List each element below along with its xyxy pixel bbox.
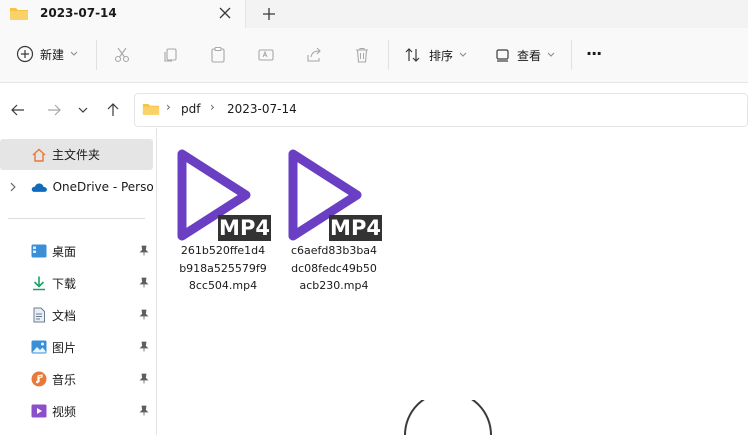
sidebar-item-label: 文档 xyxy=(52,308,77,323)
chevron-down-icon xyxy=(70,51,78,56)
sidebar-item-label: OneDrive - Perso xyxy=(52,180,153,194)
breadcrumb-current-folder[interactable]: 2023-07-14 xyxy=(227,102,297,116)
videos-icon xyxy=(31,404,47,418)
sidebar-item-label: 视频 xyxy=(52,404,77,419)
file-item[interactable]: MP4 261b520ffe1d4 b918a525579f9 8cc504.m… xyxy=(168,144,278,295)
pin-icon[interactable] xyxy=(139,245,149,256)
download-icon xyxy=(33,276,45,291)
file-name-line: 261b520ffe1d4 xyxy=(180,244,266,257)
documents-icon xyxy=(33,307,45,323)
pin-icon[interactable] xyxy=(139,405,149,416)
sidebar-item-home[interactable]: 主文件夹 xyxy=(0,139,153,170)
chevron-down-icon xyxy=(547,52,555,57)
new-button[interactable]: 新建 xyxy=(16,45,78,63)
folder-icon xyxy=(142,104,160,115)
sidebar-item-label: 图片 xyxy=(52,340,77,355)
sidebar-item-label: 主文件夹 xyxy=(52,148,101,162)
sort-button[interactable]: 排序 xyxy=(404,46,467,64)
toolbar-divider xyxy=(96,40,97,70)
pictures-icon xyxy=(31,340,47,354)
mp4-file-thumbnail: MP4 xyxy=(168,144,278,242)
view-icon xyxy=(496,49,509,62)
sidebar-item-onedrive[interactable]: OneDrive - Perso xyxy=(0,178,153,196)
view-button-label: 查看 xyxy=(517,48,542,63)
tab-active[interactable]: 2023-07-14 xyxy=(0,0,246,28)
sidebar-item-videos[interactable]: 视频 xyxy=(31,402,153,420)
sidebar-item-desktop[interactable]: 桌面 xyxy=(31,242,153,260)
onedrive-cloud-icon xyxy=(31,183,47,192)
chevron-down-icon xyxy=(459,52,467,57)
new-button-label: 新建 xyxy=(40,47,65,62)
chevron-right-icon[interactable] xyxy=(9,182,17,192)
paste-icon[interactable] xyxy=(209,46,227,64)
sidebar-item-documents[interactable]: 文档 xyxy=(31,306,153,324)
file-name-line: b918a525579f9 xyxy=(179,261,267,275)
music-icon xyxy=(31,371,47,387)
sidebar-item-label: 音乐 xyxy=(52,372,77,387)
forward-icon[interactable] xyxy=(45,101,63,119)
home-icon xyxy=(32,148,46,162)
sidebar-item-pictures[interactable]: 图片 xyxy=(31,338,153,356)
sort-icon xyxy=(405,48,420,62)
toolbar-divider xyxy=(388,40,389,70)
pin-icon[interactable] xyxy=(139,341,149,352)
file-name-line: c6aefd83b3ba4 xyxy=(290,244,378,257)
share-icon[interactable] xyxy=(305,46,323,64)
sidebar-divider xyxy=(8,218,145,219)
toolbar-divider xyxy=(571,40,572,70)
close-icon[interactable] xyxy=(216,4,234,22)
tab-title: 2023-07-14 xyxy=(40,6,117,20)
breadcrumb-separator: › xyxy=(166,100,171,114)
copy-icon[interactable] xyxy=(161,46,179,64)
desktop-icon xyxy=(31,244,47,258)
tab-bar: 2023-07-14 xyxy=(0,0,748,28)
sort-button-label: 排序 xyxy=(429,48,454,63)
pin-icon[interactable] xyxy=(139,309,149,320)
file-name-line: acb230.mp4 xyxy=(299,279,369,292)
pin-icon[interactable] xyxy=(139,277,149,288)
up-icon[interactable] xyxy=(104,101,122,119)
view-button[interactable]: 查看 xyxy=(494,46,555,64)
plus-circle-icon xyxy=(16,45,34,63)
sidebar-item-music[interactable]: 音乐 xyxy=(31,370,153,388)
address-bar[interactable]: › pdf › 2023-07-14 xyxy=(134,93,748,127)
rename-icon[interactable] xyxy=(257,46,275,64)
breadcrumb-pdf[interactable]: pdf xyxy=(181,102,200,116)
back-icon[interactable] xyxy=(9,101,27,119)
sidebar-item-label: 下载 xyxy=(52,276,77,291)
cut-icon[interactable] xyxy=(113,46,131,64)
breadcrumb-separator: › xyxy=(210,100,215,114)
new-tab-icon[interactable] xyxy=(259,4,279,24)
file-name-line: dc08fedc49b50 xyxy=(291,261,377,275)
sidebar-item-downloads[interactable]: 下载 xyxy=(31,274,153,292)
file-item[interactable]: MP4 c6aefd83b3ba4 dc08fedc49b50 acb230.m… xyxy=(279,144,389,295)
mp4-file-thumbnail: MP4 xyxy=(279,144,389,242)
file-name-line: 8cc504.mp4 xyxy=(188,279,258,292)
loading-spinner-icon xyxy=(404,400,492,435)
more-options-icon[interactable]: ··· xyxy=(586,44,602,63)
pin-icon[interactable] xyxy=(139,373,149,384)
folder-icon xyxy=(10,8,28,20)
recent-locations-chevron-icon[interactable] xyxy=(77,104,89,116)
file-type-badge: MP4 xyxy=(218,215,271,241)
sidebar-item-label: 桌面 xyxy=(52,244,77,259)
delete-icon[interactable] xyxy=(353,46,371,64)
file-type-badge: MP4 xyxy=(329,215,382,241)
